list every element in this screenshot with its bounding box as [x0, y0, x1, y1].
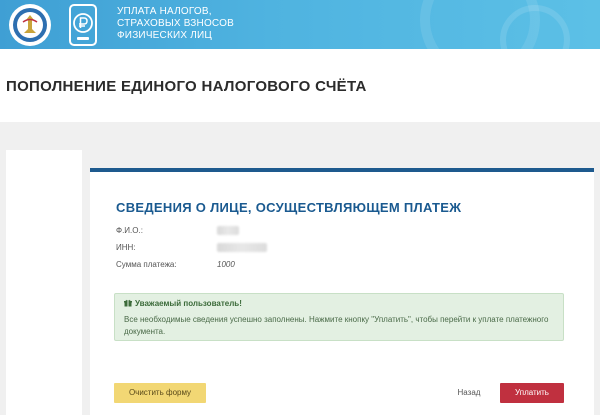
gift-icon: [124, 299, 132, 307]
fns-emblem-icon[interactable]: [8, 3, 52, 47]
ruble-phone-icon: [69, 4, 97, 46]
fio-label: Ф.И.О.:: [116, 226, 143, 235]
page-title: ПОПОЛНЕНИЕ ЕДИНОГО НАЛОГОВОГО СЧЁТА: [6, 78, 367, 95]
back-button[interactable]: Назад: [444, 383, 494, 403]
service-name-line: СТРАХОВЫХ ВЗНОСОВ: [117, 18, 234, 29]
service-name: УПЛАТА НАЛОГОВ, СТРАХОВЫХ ВЗНОСОВ ФИЗИЧЕ…: [117, 6, 234, 42]
fio-value-redacted: [217, 226, 239, 235]
inn-value-redacted: [217, 243, 267, 252]
service-name-line: ФИЗИЧЕСКИХ ЛИЦ: [117, 30, 212, 41]
alert-title-text: Уважаемый пользователь!: [135, 299, 242, 308]
alert-text: Все необходимые сведения успешно заполне…: [124, 315, 549, 336]
section-title: СВЕДЕНИЯ О ЛИЦЕ, ОСУЩЕСТВЛЯЮЩЕМ ПЛАТЕЖ: [116, 200, 462, 215]
alert-title: Уважаемый пользователь!: [124, 299, 242, 308]
clear-form-button[interactable]: Очистить форму: [114, 383, 206, 403]
site-header: УПЛАТА НАЛОГОВ, СТРАХОВЫХ ВЗНОСОВ ФИЗИЧЕ…: [0, 0, 600, 49]
left-panel: [6, 150, 82, 415]
service-name-line: УПЛАТА НАЛОГОВ,: [117, 6, 212, 17]
pay-button[interactable]: Уплатить: [500, 383, 564, 403]
inn-label: ИНН:: [116, 243, 136, 252]
amount-value: 1000: [217, 260, 235, 269]
amount-label: Сумма платежа:: [116, 260, 177, 269]
